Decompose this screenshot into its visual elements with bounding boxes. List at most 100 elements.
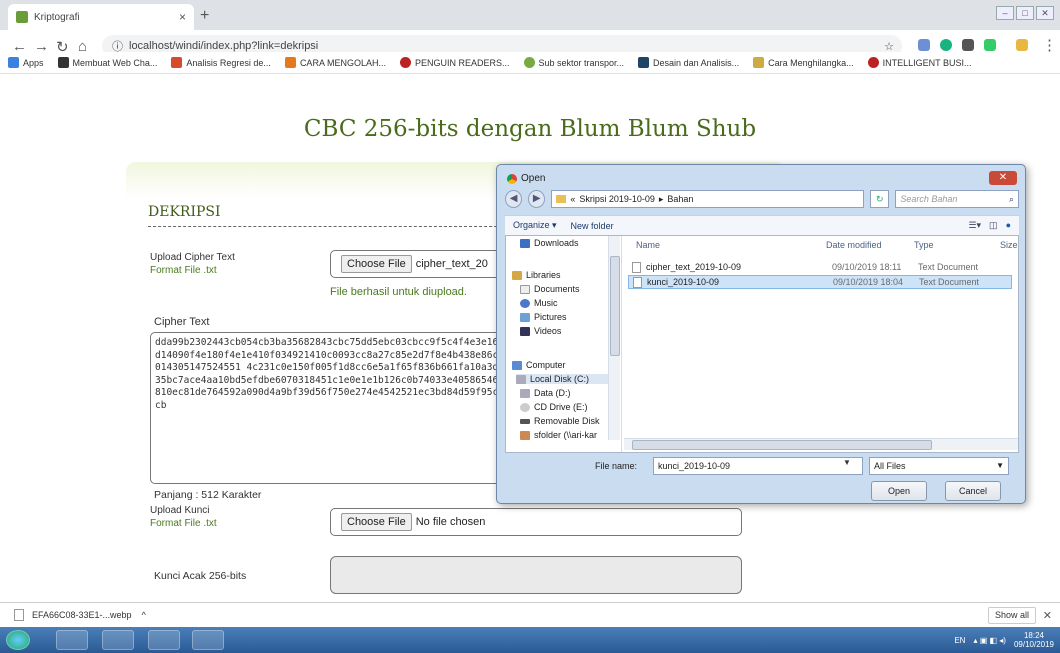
choose-file-button[interactable]: Choose File	[341, 255, 412, 273]
file-icon	[14, 609, 24, 621]
extension-icon[interactable]	[962, 39, 974, 51]
extension-icon[interactable]	[1016, 39, 1028, 51]
chrome-icon	[507, 173, 517, 184]
new-folder-button[interactable]: New folder	[571, 221, 614, 231]
nav-item-local-disk[interactable]: Local Disk (C:)	[516, 374, 608, 384]
nav-item-documents[interactable]: Documents	[520, 284, 580, 294]
preview-pane-icon[interactable]: ◫	[989, 220, 998, 231]
clock[interactable]: 18:24 09/10/2019	[1014, 631, 1054, 649]
downloads-bar: EFA66C08-33E1-...webp ^ Show all ✕	[0, 602, 1060, 627]
bookmark-icon	[753, 57, 765, 68]
nav-item-data-drive[interactable]: Data (D:)	[520, 388, 571, 398]
bookmark-item[interactable]: INTELLIGENT BUSI...	[867, 57, 972, 68]
chevron-down-icon[interactable]: ▼	[843, 458, 851, 467]
breadcrumb[interactable]: « Skripsi 2019-10-09 ▸ Bahan	[551, 190, 865, 208]
folder-icon	[556, 195, 567, 203]
dialog-command-bar: Organize ▾ New folder ☰▾ ◫ ●	[505, 215, 1019, 235]
nav-item-music[interactable]: Music	[520, 298, 558, 308]
choose-file-button[interactable]: Choose File	[341, 513, 412, 531]
file-row[interactable]: cipher_text_2019-10-09 09/10/2019 18:11 …	[628, 260, 1012, 274]
show-all-button[interactable]: Show all	[987, 607, 1036, 624]
dialog-close-button[interactable]: ✕	[989, 171, 1017, 185]
tray-icons[interactable]: ▴ ▣ ◧ ◂)	[973, 636, 1005, 645]
nav-item-network-folder[interactable]: sfolder (\\ari-kar	[520, 430, 597, 440]
chevron-up-icon[interactable]: ^	[142, 610, 146, 620]
chrome-taskbar-icon[interactable]	[102, 630, 134, 650]
text-file-icon	[632, 261, 641, 273]
breadcrumb-item[interactable]: Bahan	[667, 194, 693, 204]
extension-icon[interactable]	[984, 39, 996, 51]
view-options-icon[interactable]: ☰▾	[968, 220, 981, 231]
app-taskbar-icon[interactable]	[192, 630, 224, 650]
bookmark-item[interactable]: Sub sektor transpor...	[523, 57, 624, 68]
nav-item-videos[interactable]: Videos	[520, 326, 561, 336]
key-file-input[interactable]: Choose File No file chosen	[330, 508, 742, 536]
maximize-icon[interactable]: □	[1016, 6, 1034, 20]
file-name-label: File name:	[595, 461, 638, 471]
search-input[interactable]: Search Bahan ⌕	[895, 190, 1019, 208]
random-key-field[interactable]	[330, 556, 742, 594]
scrollbar-thumb[interactable]	[632, 440, 932, 450]
start-button[interactable]	[6, 630, 30, 650]
key-file-name: No file chosen	[415, 516, 486, 528]
bookmark-item[interactable]: CARA MENGOLAH...	[284, 57, 386, 68]
site-favicon-icon	[16, 11, 28, 23]
column-header-date[interactable]: Date modified	[826, 240, 882, 250]
random-key-label: Kunci Acak 256-bits	[154, 570, 247, 582]
language-indicator[interactable]: EN	[954, 636, 965, 645]
nav-scrollbar[interactable]	[608, 236, 620, 440]
bookmark-icon	[638, 57, 650, 68]
documents-icon	[520, 284, 530, 294]
cancel-button[interactable]: Cancel	[945, 481, 1001, 501]
apps-grid-icon	[8, 57, 19, 68]
nav-item-pictures[interactable]: Pictures	[520, 312, 567, 322]
browser-tab-bar: Kriptografi × + – □ ✕	[0, 0, 1060, 30]
forward-icon[interactable]: ▶	[528, 190, 546, 208]
extension-icon[interactable]	[940, 39, 952, 51]
file-row-selected[interactable]: kunci_2019-10-09 09/10/2019 18:04 Text D…	[628, 275, 1012, 289]
breadcrumb-item[interactable]: Skripsi 2019-10-09	[579, 194, 655, 204]
help-icon[interactable]: ●	[1006, 220, 1011, 231]
nav-item-removable-disk[interactable]: Removable Disk	[520, 416, 600, 426]
file-name-input[interactable]: kunci_2019-10-09	[653, 457, 863, 475]
scrollbar-thumb[interactable]	[610, 256, 620, 356]
nav-item-cd-drive[interactable]: CD Drive (E:)	[520, 402, 588, 412]
bookmark-apps[interactable]: Apps	[8, 57, 44, 68]
nav-item-downloads[interactable]: Downloads	[520, 238, 579, 248]
bookmark-icon	[399, 57, 411, 68]
downloads-icon	[520, 238, 530, 248]
column-header-name[interactable]: Name	[636, 240, 660, 250]
bookmark-item[interactable]: Membuat Web Cha...	[57, 57, 157, 68]
file-type-select[interactable]: All Files ▼	[869, 457, 1009, 475]
column-header-type[interactable]: Type	[914, 240, 934, 250]
bookmark-icon	[171, 57, 183, 68]
close-window-icon[interactable]: ✕	[1036, 6, 1054, 20]
organize-button[interactable]: Organize ▾	[513, 220, 557, 231]
browser-tab[interactable]: Kriptografi ×	[8, 4, 194, 30]
close-tab-icon[interactable]: ×	[179, 10, 186, 24]
minimize-icon[interactable]: –	[996, 6, 1014, 20]
new-tab-icon[interactable]: +	[200, 7, 209, 25]
page-title: CBC 256-bits dengan Blum Blum Shub	[303, 116, 757, 142]
drive-icon	[520, 388, 530, 398]
nav-item-libraries[interactable]: Libraries	[512, 270, 561, 280]
download-item[interactable]: EFA66C08-33E1-...webp	[32, 610, 132, 620]
extension-icon[interactable]	[918, 39, 930, 51]
bookmark-item[interactable]: Analisis Regresi de...	[171, 57, 271, 68]
refresh-icon[interactable]: ↻	[870, 190, 890, 208]
back-icon[interactable]: ◀	[505, 190, 523, 208]
bookmark-star-icon[interactable]: ☆	[884, 40, 894, 53]
nav-item-computer[interactable]: Computer	[512, 360, 566, 370]
bookmark-item[interactable]: Desain dan Analisis...	[638, 57, 739, 68]
bookmark-item[interactable]: Cara Menghilangka...	[753, 57, 854, 68]
horizontal-scrollbar[interactable]	[624, 438, 1018, 450]
bookmark-item[interactable]: PENGUIN READERS...	[399, 57, 510, 68]
explorer-taskbar-icon[interactable]	[56, 630, 88, 650]
cipher-text-area[interactable]: dda99b2302443cb054cb3ba35682843cbc75dd5e…	[150, 332, 510, 484]
cipher-format-label: Format File .txt	[150, 265, 217, 276]
open-button[interactable]: Open	[871, 481, 927, 501]
column-header-size[interactable]: Size	[1000, 240, 1018, 250]
close-icon[interactable]: ✕	[1043, 609, 1052, 622]
computer-icon	[512, 360, 522, 370]
app-taskbar-icon[interactable]	[148, 630, 180, 650]
